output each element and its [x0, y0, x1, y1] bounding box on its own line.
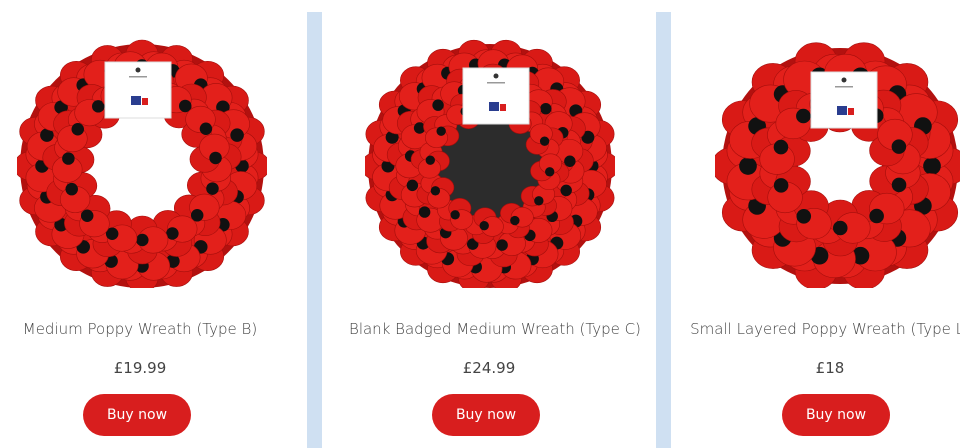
product-card-3: Small Layered Poppy Wreath (Type L) £18 …	[690, 0, 960, 448]
divider-2	[656, 12, 671, 448]
product-card-1: Medium Poppy Wreath (Type B) £19.99 Buy …	[0, 0, 280, 448]
poppy-wreath-icon	[365, 39, 615, 288]
wreath-card-tag	[104, 61, 172, 119]
product-price: £18	[815, 359, 845, 377]
product-card-2: Blank Badged Medium Wreath (Type C) £24.…	[349, 0, 641, 448]
buy-now-button[interactable]: Buy now	[782, 394, 890, 436]
poppy-flower	[496, 203, 534, 239]
wreath-card-tag	[810, 71, 878, 129]
product-price: £24.99	[462, 359, 516, 377]
product-title[interactable]: Blank Badged Medium Wreath (Type C)	[349, 320, 641, 338]
product-image-2[interactable]	[349, 0, 629, 300]
poppy-wreath-icon	[715, 42, 960, 288]
wreath-card-tag	[462, 67, 530, 125]
product-price: £19.99	[113, 359, 167, 377]
poppy-flower	[416, 173, 455, 209]
divider-1	[307, 12, 322, 448]
poppy-flower	[525, 123, 564, 159]
poppy-wreath-icon	[17, 39, 267, 288]
product-title[interactable]: Medium Poppy Wreath (Type B)	[0, 320, 280, 338]
product-image-1[interactable]	[0, 0, 280, 300]
buy-now-button[interactable]: Buy now	[432, 394, 540, 436]
product-title[interactable]: Small Layered Poppy Wreath (Type L)	[680, 320, 960, 338]
buy-now-button[interactable]: Buy now	[83, 394, 191, 436]
product-image-3[interactable]	[700, 0, 960, 300]
